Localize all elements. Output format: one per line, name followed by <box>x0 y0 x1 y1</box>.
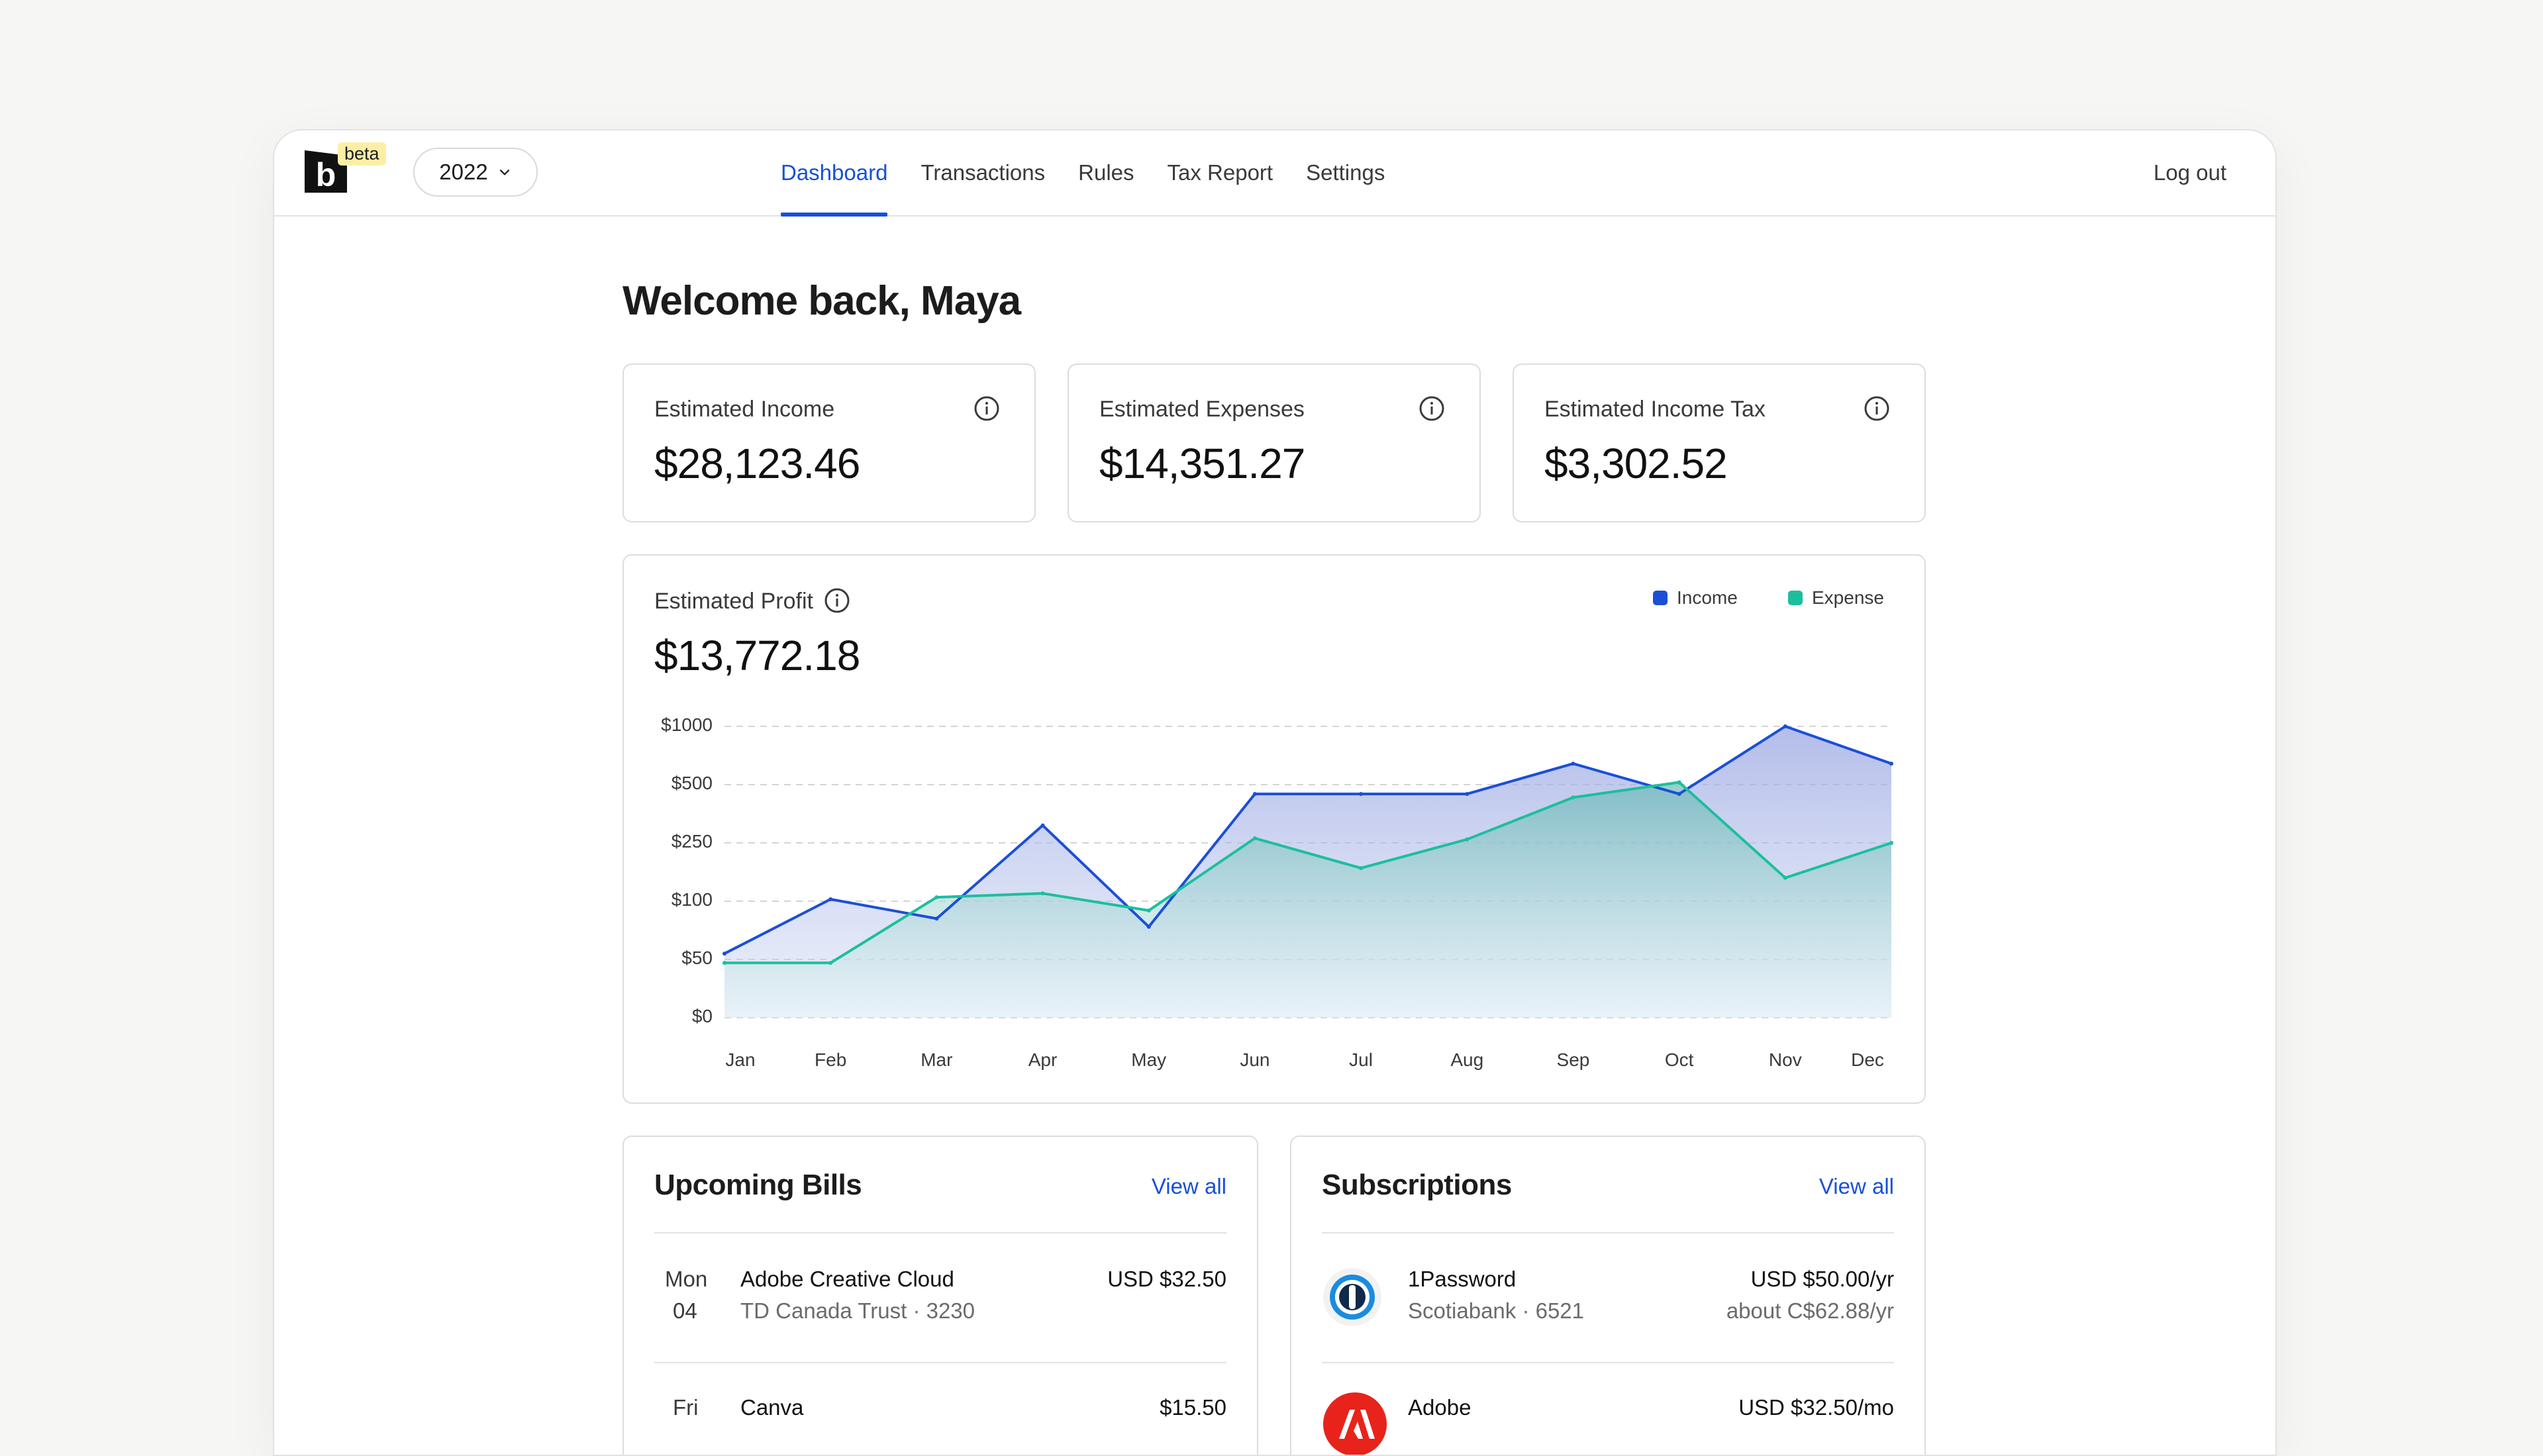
expenses-card: Estimated Expenses $14,351.27 <box>1068 364 1481 522</box>
info-icon[interactable] <box>973 395 1000 422</box>
income-card: Estimated Income $28,123.46 <box>623 364 1036 522</box>
income-point[interactable] <box>934 916 939 921</box>
income-point[interactable] <box>1465 792 1470 797</box>
expense-point[interactable] <box>1359 866 1364 871</box>
bills-title: Upcoming Bills <box>654 1169 862 1201</box>
bill-day: Fri <box>673 1395 699 1420</box>
income-tax-label: Estimated Income Tax <box>1544 397 1766 422</box>
subscription-account: Scotiabank · 6521 <box>1408 1298 1585 1323</box>
income-point[interactable] <box>1677 792 1681 797</box>
subscriptions-title: Subscriptions <box>1322 1169 1512 1201</box>
expense-point[interactable] <box>1677 780 1681 785</box>
chevron-down-icon <box>499 169 510 175</box>
bill-date: 04 <box>673 1298 697 1323</box>
income-tax-value: $3,302.52 <box>1544 440 1728 487</box>
expense-point[interactable] <box>828 961 833 965</box>
nav-dashboard[interactable]: Dashboard <box>764 130 904 217</box>
expense-point[interactable] <box>1252 836 1257 840</box>
page-title: Welcome back, Maya <box>623 278 1021 324</box>
income-tax-card: Estimated Income Tax $3,302.52 <box>1513 364 1926 522</box>
expense-point[interactable] <box>1783 875 1787 880</box>
income-point[interactable] <box>1252 792 1257 797</box>
expenses-label: Estimated Expenses <box>1099 397 1305 422</box>
adobe-icon <box>1323 1392 1387 1455</box>
income-value: $28,123.46 <box>654 440 860 487</box>
expense-point[interactable] <box>723 961 726 965</box>
income-point[interactable] <box>828 897 833 902</box>
profit-chart-card: Estimated Profit $13,772.18 Income Expen… <box>623 554 1926 1104</box>
subscription-converted: about C$62.88/yr <box>1726 1298 1894 1323</box>
info-icon[interactable] <box>1419 395 1445 422</box>
1password-icon <box>1323 1268 1381 1326</box>
income-point[interactable] <box>1146 924 1151 929</box>
logo-letter: b <box>316 156 336 193</box>
income-point[interactable] <box>1889 761 1893 766</box>
subscriptions-view-all-link[interactable]: View all <box>1819 1174 1894 1199</box>
expense-point[interactable] <box>1571 795 1575 800</box>
subscription-name: Adobe <box>1408 1395 1471 1420</box>
expenses-value: $14,351.27 <box>1099 440 1305 487</box>
subscriptions-panel: Subscriptions View all 1Password Scotiab… <box>1290 1136 1926 1455</box>
beta-badge: beta <box>338 142 386 166</box>
income-point[interactable] <box>1359 792 1364 797</box>
nav-rules[interactable]: Rules <box>1062 130 1150 215</box>
income-point[interactable] <box>723 951 726 956</box>
subscription-name: 1Password <box>1408 1267 1517 1291</box>
nav-settings[interactable]: Settings <box>1289 130 1401 215</box>
expense-point[interactable] <box>1040 891 1045 896</box>
expense-point[interactable] <box>934 895 939 900</box>
app-window: b beta 2022 Dashboard Transactions Rules… <box>273 129 2277 1456</box>
divider <box>654 1232 1226 1234</box>
top-navbar: b beta 2022 Dashboard Transactions Rules… <box>274 130 2275 217</box>
divider <box>654 1362 1226 1363</box>
upcoming-bills-panel: Upcoming Bills View all Mon 04 Adobe Cre… <box>623 1136 1258 1455</box>
logout-link[interactable]: Log out <box>2154 130 2226 215</box>
expense-point[interactable] <box>1146 908 1151 913</box>
income-label: Estimated Income <box>654 397 835 422</box>
info-icon[interactable] <box>1864 395 1890 422</box>
income-point[interactable] <box>1040 823 1045 828</box>
bill-amount: $15.50 <box>1160 1395 1226 1420</box>
bill-day: Mon <box>665 1267 708 1291</box>
expense-point[interactable] <box>1465 837 1470 842</box>
profit-chart <box>723 724 1893 1018</box>
income-point[interactable] <box>1571 761 1575 766</box>
bill-account: TD Canada Trust · 3230 <box>740 1298 975 1323</box>
nav-transactions[interactable]: Transactions <box>904 130 1062 215</box>
nav-tax-report[interactable]: Tax Report <box>1151 130 1290 215</box>
expense-point[interactable] <box>1889 841 1893 845</box>
subscription-amount: USD $50.00/yr <box>1750 1267 1894 1291</box>
bills-view-all-link[interactable]: View all <box>1152 1174 1226 1199</box>
main-nav: Dashboard Transactions Rules Tax Report … <box>764 130 1401 217</box>
year-value: 2022 <box>439 160 488 184</box>
income-point[interactable] <box>1783 724 1787 728</box>
year-selector[interactable]: 2022 <box>413 148 538 197</box>
bill-amount: USD $32.50 <box>1107 1267 1226 1291</box>
subscription-amount: USD $32.50/mo <box>1738 1395 1894 1420</box>
divider <box>1322 1232 1894 1234</box>
bill-name: Canva <box>740 1395 804 1420</box>
bill-name: Adobe Creative Cloud <box>740 1267 954 1291</box>
divider <box>1322 1362 1894 1363</box>
